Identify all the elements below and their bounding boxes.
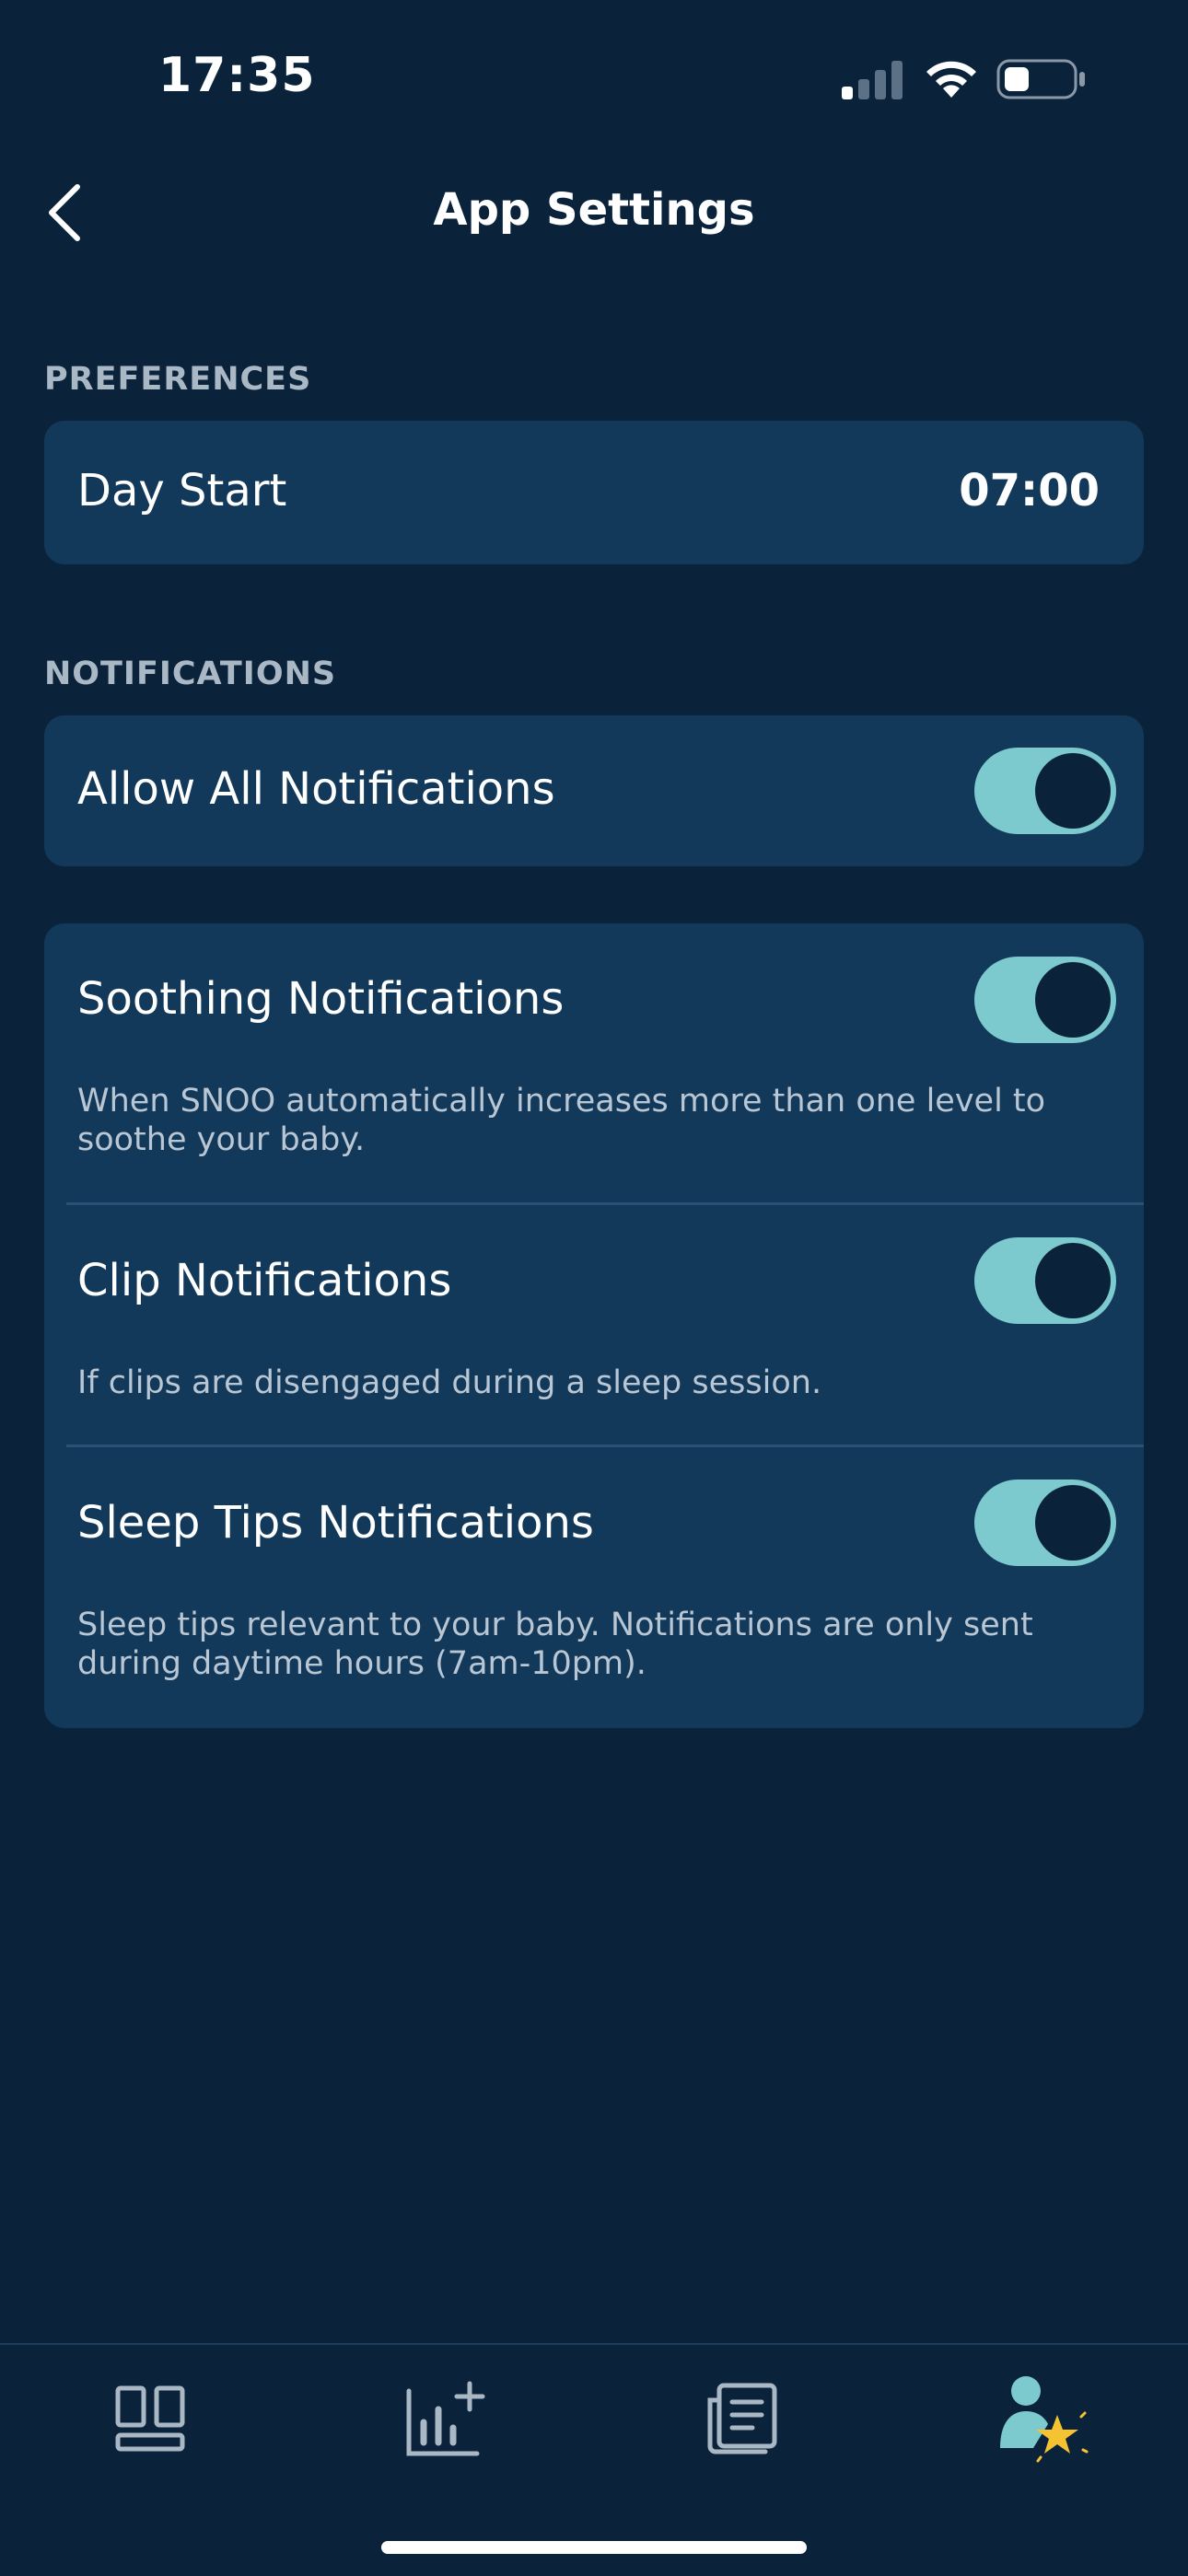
day-start-row[interactable]: Day Start 07:00 <box>44 421 1144 564</box>
toggle-knob <box>1035 753 1111 829</box>
day-start-value: 07:00 <box>959 465 1100 516</box>
notifications-section-header: NOTIFICATIONS <box>44 656 337 692</box>
sleep-tips-notifications-label: Sleep Tips Notifications <box>77 1497 594 1549</box>
allow-all-notifications-row: Allow All Notifications <box>44 715 1144 866</box>
tab-dashboard[interactable] <box>76 2345 224 2492</box>
tab-articles[interactable] <box>668 2345 815 2492</box>
status-bar: 17:35 <box>0 0 1188 157</box>
articles-icon <box>707 2383 777 2454</box>
tab-stats[interactable] <box>373 2345 520 2492</box>
clip-notifications-label: Clip Notifications <box>77 1255 452 1306</box>
toggle-knob <box>1035 1485 1111 1561</box>
wifi-icon <box>926 61 976 98</box>
preferences-section-header: PREFERENCES <box>44 361 312 398</box>
allow-all-notifications-toggle[interactable] <box>974 748 1116 834</box>
clip-notifications-description: If clips are disengaged during a sleep s… <box>77 1364 822 1401</box>
toggle-knob <box>1035 962 1111 1038</box>
divider <box>66 1202 1144 1205</box>
status-time: 17:35 <box>158 48 316 103</box>
allow-all-notifications-label: Allow All Notifications <box>77 763 555 815</box>
soothing-notifications-label: Soothing Notifications <box>77 973 565 1025</box>
soothing-notifications-description: When SNOO automatically increases more t… <box>77 1083 1046 1158</box>
profile-star-icon <box>1000 2376 1089 2463</box>
home-indicator[interactable] <box>381 2541 807 2554</box>
divider <box>66 1445 1144 1447</box>
dashboard-icon <box>115 2385 185 2452</box>
cellular-signal-icon <box>842 61 903 99</box>
battery-icon <box>996 59 1085 99</box>
soothing-notifications-toggle[interactable] <box>974 957 1116 1043</box>
tab-profile[interactable] <box>969 2345 1116 2492</box>
day-start-label: Day Start <box>77 465 287 516</box>
page-title: App Settings <box>433 184 755 236</box>
notification-types-card: Soothing Notifications When SNOO automat… <box>44 923 1144 1728</box>
toggle-knob <box>1035 1243 1111 1318</box>
sleep-tips-notifications-toggle[interactable] <box>974 1479 1116 1566</box>
sleep-tips-notifications-description: Sleep tips relevant to your baby. Notifi… <box>77 1607 1033 1682</box>
stats-add-icon <box>406 2381 485 2456</box>
clip-notifications-toggle[interactable] <box>974 1237 1116 1324</box>
nav-bar: App Settings <box>0 157 1188 267</box>
